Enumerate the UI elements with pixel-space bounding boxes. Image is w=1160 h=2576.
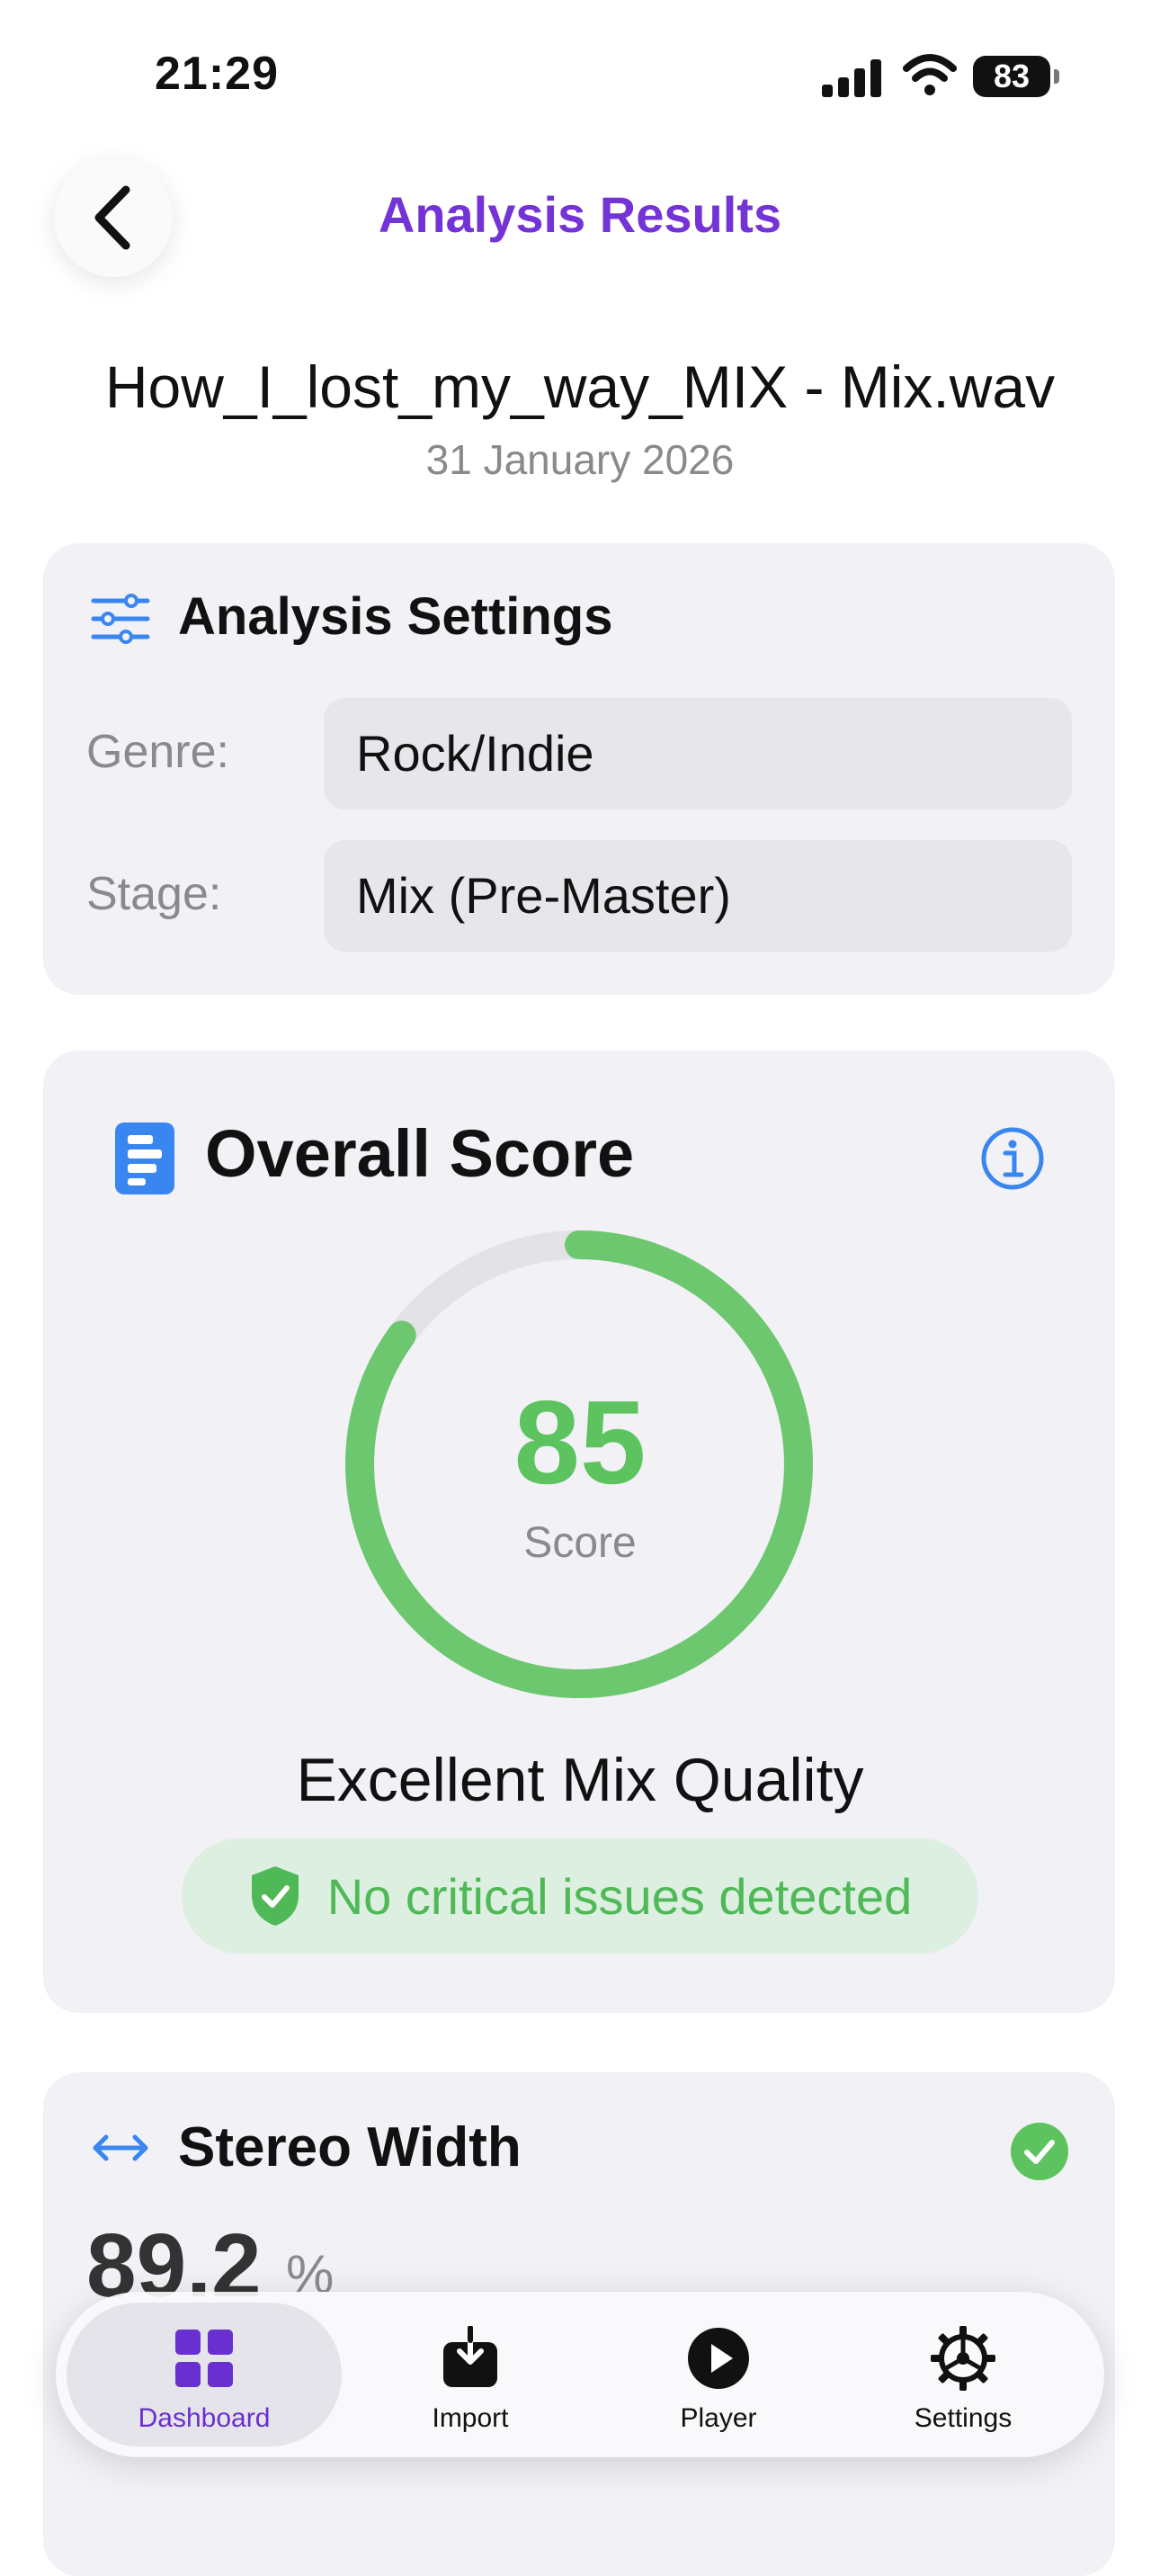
tab-dashboard-label: Dashboard xyxy=(138,2403,271,2433)
file-name: How_I_lost_my_way_MIX - Mix.wav xyxy=(104,353,1056,420)
issues-status-text: No critical issues detected xyxy=(326,1867,913,1925)
dashboard-grid-icon xyxy=(175,2330,233,2387)
tab-player-label: Player xyxy=(680,2403,757,2433)
tab-settings-label: Settings xyxy=(914,2403,1013,2433)
tab-bar: Dashboard Import Player Settings xyxy=(56,2292,1104,2457)
cellular-signal-icon xyxy=(822,58,885,97)
tab-import[interactable]: Import xyxy=(333,2303,608,2446)
quality-verdict: Excellent Mix Quality xyxy=(296,1746,864,1814)
tab-player[interactable]: Player xyxy=(581,2303,856,2446)
tab-import-label: Import xyxy=(432,2403,509,2433)
shield-check-icon xyxy=(251,1866,299,1926)
sliders-icon xyxy=(91,594,150,644)
analysis-settings-title: Analysis Settings xyxy=(178,587,613,646)
check-circle-icon xyxy=(1011,2123,1068,2180)
battery-level: 83 xyxy=(973,56,1050,97)
status-time: 21:29 xyxy=(155,48,279,100)
info-icon[interactable] xyxy=(980,1126,1045,1191)
stereo-width-title: Stereo Width xyxy=(178,2116,522,2178)
stage-field[interactable]: Mix (Pre-Master) xyxy=(324,840,1072,952)
file-date: 31 January 2026 xyxy=(425,436,735,483)
left-right-arrows-icon xyxy=(93,2134,148,2161)
score-value: 85 xyxy=(513,1376,647,1508)
genre-label: Genre: xyxy=(86,726,229,778)
tab-settings[interactable]: Settings xyxy=(825,2303,1101,2446)
stage-label: Stage: xyxy=(86,868,222,920)
import-tray-icon xyxy=(443,2326,497,2387)
battery-icon: 83 xyxy=(973,56,1059,97)
issues-status-badge: No critical issues detected xyxy=(182,1838,978,1954)
document-chart-icon xyxy=(115,1123,174,1194)
page-title: Analysis Results xyxy=(378,186,782,243)
score-label: Score xyxy=(523,1519,637,1567)
genre-field[interactable]: Rock/Indie xyxy=(324,698,1072,809)
overall-score-title: Overall Score xyxy=(205,1116,635,1191)
gear-icon xyxy=(931,2326,995,2391)
play-circle-icon xyxy=(688,2328,749,2389)
tab-dashboard[interactable]: Dashboard xyxy=(67,2303,342,2446)
wifi-icon xyxy=(903,54,957,95)
